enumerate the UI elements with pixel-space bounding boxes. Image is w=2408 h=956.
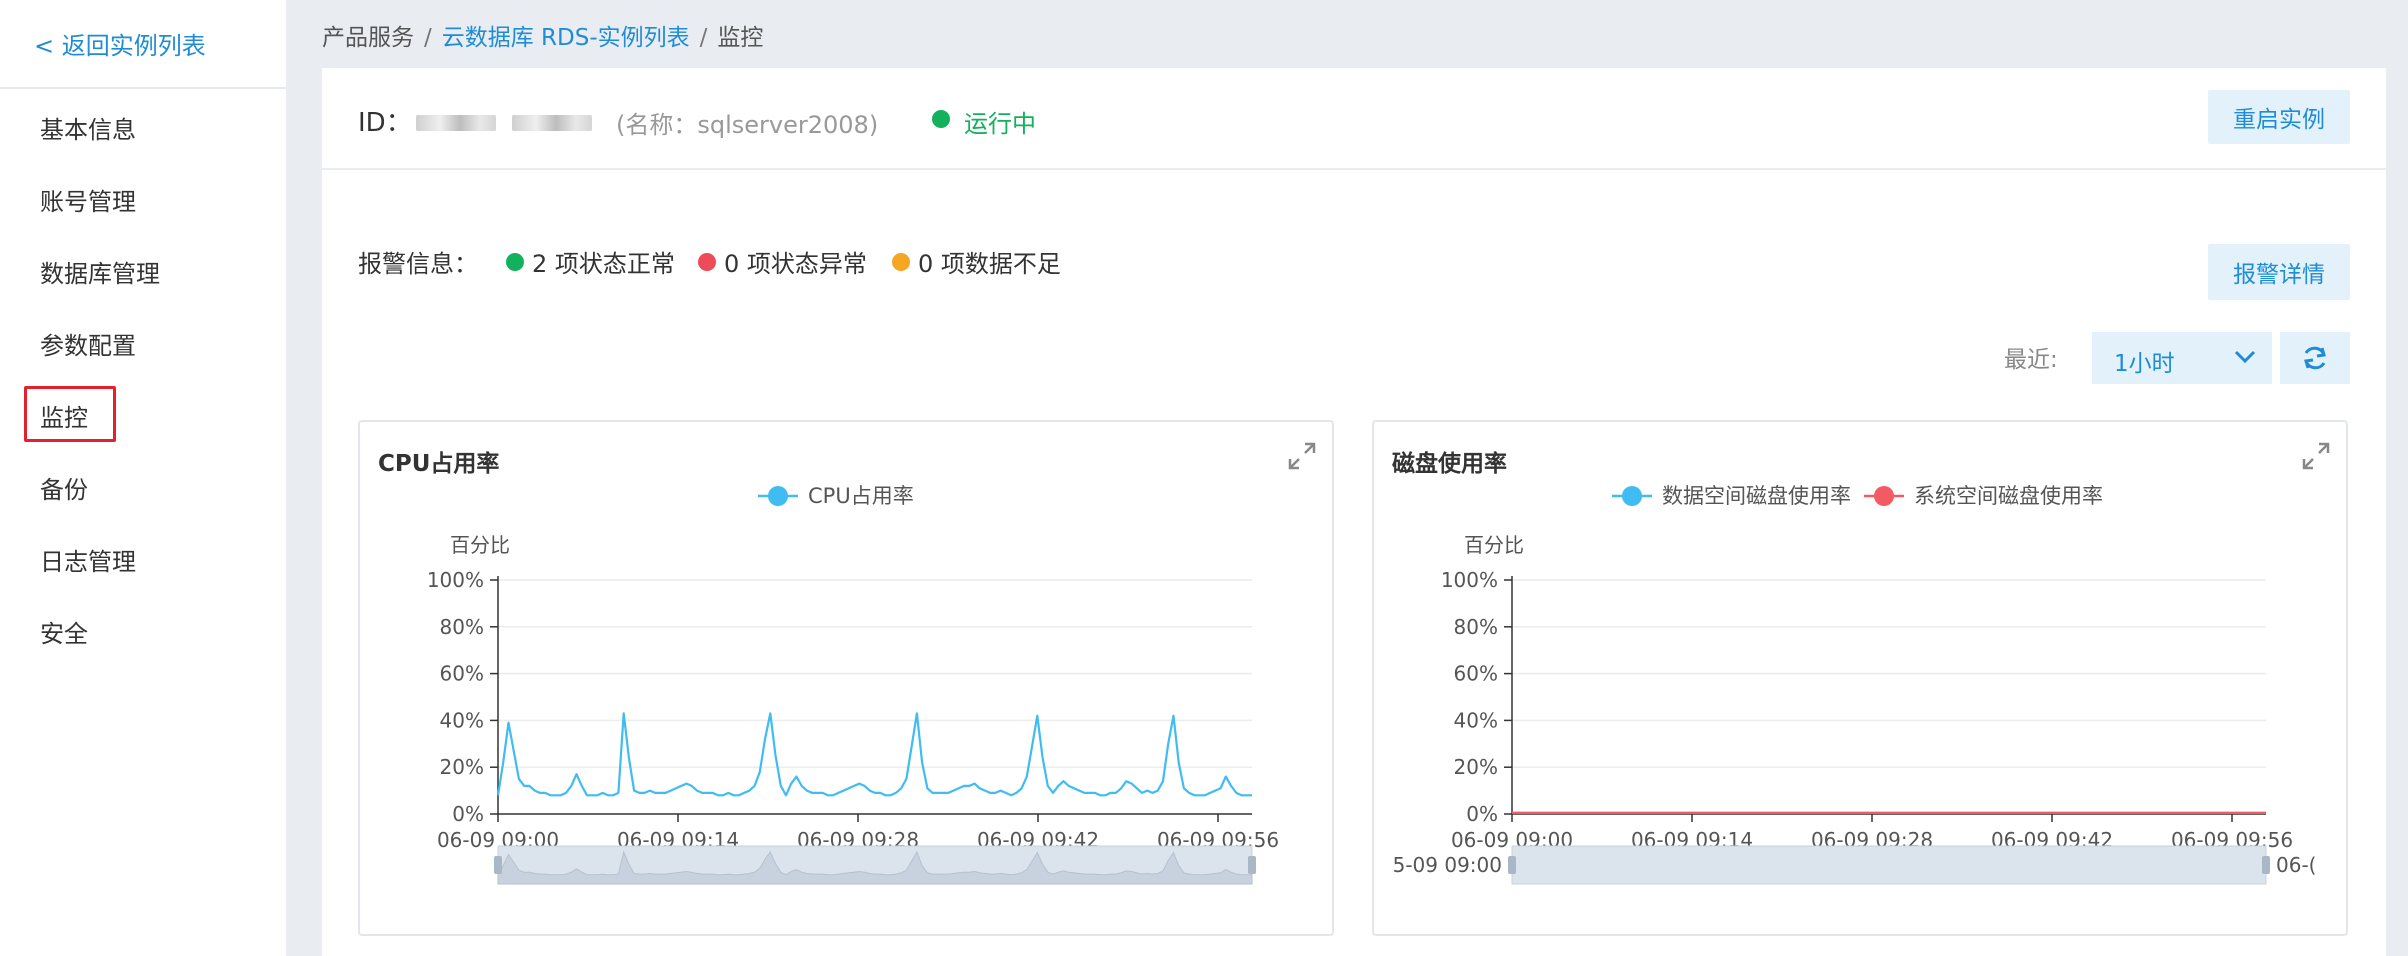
zoom-handle-left (1508, 856, 1516, 874)
instance-id-redacted (512, 115, 592, 131)
sidebar-divider (0, 87, 286, 89)
instance-name: (名称：sqlserver2008) (616, 111, 879, 139)
status-text: 运行中 (964, 110, 1036, 138)
alarm-abnormal-text: 0 项状态异常 (724, 250, 867, 278)
cpu-chart-card: CPU占用率 CPU占用率 百分比 0% 20% 40% 60% 80% 100% 06-09 … (358, 420, 1334, 936)
back-to-instance-list-link[interactable]: < 返回实例列表 (34, 26, 206, 61)
red-dot-icon (698, 252, 716, 271)
alarm-normal-text: 2 项状态正常 (532, 250, 675, 278)
breadcrumb-separator: / (424, 25, 432, 51)
y-tick-label: 40% (1454, 708, 1498, 732)
instance-header: ID： (名称：sqlserver2008) 运行中 重启实例 (322, 68, 2386, 170)
legend-label: 系统空间磁盘使用率 (1914, 484, 2103, 508)
y-tick-label: 40% (440, 708, 484, 732)
breadcrumb: 产品服务 / 云数据库 RDS-实例列表 / 监控 (322, 18, 763, 52)
instance-id-label: ID： (358, 108, 412, 138)
zoom-end-label: 06-( (2276, 853, 2316, 877)
legend-label: CPU占用率 (808, 484, 914, 508)
y-tick-label: 60% (440, 662, 484, 686)
alarm-abnormal: 0 项状态异常 (698, 244, 867, 279)
sidebar-item-account[interactable]: 账号管理 (40, 182, 136, 217)
refresh-button[interactable] (2280, 332, 2350, 384)
time-range-label: 最近: (2004, 347, 2058, 373)
y-tick-label: 60% (1454, 662, 1498, 686)
zoom-handle-right (2262, 856, 2270, 874)
alarm-label: 报警信息： (358, 250, 478, 278)
sidebar-item-backup[interactable]: 备份 (40, 470, 88, 505)
zoom-handle-left (494, 856, 502, 874)
status-dot-icon (932, 110, 950, 128)
zoom-start-label: 5-09 09:00 (1393, 853, 1502, 877)
y-tick-label: 100% (1441, 568, 1498, 592)
y-axis-title: 百分比 (450, 533, 510, 557)
sidebar-item-logs[interactable]: 日志管理 (40, 542, 136, 577)
disk-chart-plot: 数据空间磁盘使用率 系统空间磁盘使用率百分比 0% 20% 40% 60% 80% 100% 0… (1393, 484, 2316, 885)
restart-instance-button[interactable]: 重启实例 (2208, 90, 2350, 144)
series-line (496, 712, 1252, 797)
zoom-handle-right (1248, 856, 1256, 874)
alarm-normal: 2 项状态正常 (506, 244, 675, 279)
y-tick-label: 80% (440, 615, 484, 639)
sidebar-item-monitor[interactable]: 监控 (40, 398, 88, 433)
y-tick-label: 0% (1466, 802, 1498, 826)
breadcrumb-products[interactable]: 产品服务 (322, 25, 414, 51)
legend-label: 数据空间磁盘使用率 (1662, 484, 1851, 508)
y-tick-label: 20% (440, 755, 484, 779)
alarm-details-button[interactable]: 报警详情 (2208, 244, 2350, 300)
y-tick-label: 80% (1454, 615, 1498, 639)
legend-marker (1622, 486, 1642, 506)
chevron-down-icon (2234, 350, 2256, 364)
sidebar-item-security[interactable]: 安全 (40, 614, 88, 649)
sidebar-item-params[interactable]: 参数配置 (40, 326, 136, 361)
time-range-value: 1小时 (2114, 351, 2175, 377)
refresh-icon (2304, 346, 2326, 370)
instance-id-redacted (416, 115, 496, 131)
y-tick-label: 20% (1454, 755, 1498, 779)
y-tick-label: 100% (427, 568, 484, 592)
cpu-chart-plot: CPU占用率百分比0%20%40%60%80%100%06-09 09:00 06… (427, 484, 1279, 885)
y-axis-title: 百分比 (1464, 533, 1524, 557)
sidebar-item-database[interactable]: 数据库管理 (40, 254, 160, 289)
breadcrumb-rds-list[interactable]: 云数据库 RDS-实例列表 (442, 25, 690, 51)
alarm-insufficient-text: 0 项数据不足 (918, 250, 1061, 278)
time-range-select[interactable]: 1小时 (2092, 332, 2272, 384)
legend-marker (768, 486, 788, 506)
legend-marker (1874, 486, 1894, 506)
main-panel: ID： (名称：sqlserver2008) 运行中 重启实例 报警信息： 2 … (322, 68, 2386, 956)
disk-chart-card: 磁盘使用率 数据空间磁盘使用率 系统空间磁盘使用率 百分比 0% 20% 40% 60% 80… (1372, 420, 2348, 936)
sidebar-item-basic-info[interactable]: 基本信息 (40, 110, 136, 145)
zoom-slider-track (1511, 845, 2267, 885)
y-tick-label: 0% (452, 802, 484, 826)
orange-dot-icon (892, 252, 910, 271)
breadcrumb-separator: / (699, 25, 708, 51)
sidebar: < 返回实例列表 基本信息 账号管理 数据库管理 参数配置 监控 备份 日志管理… (0, 0, 286, 956)
breadcrumb-current: 监控 (717, 25, 764, 51)
green-dot-icon (506, 252, 524, 271)
alarm-insufficient: 0 项数据不足 (892, 244, 1061, 279)
